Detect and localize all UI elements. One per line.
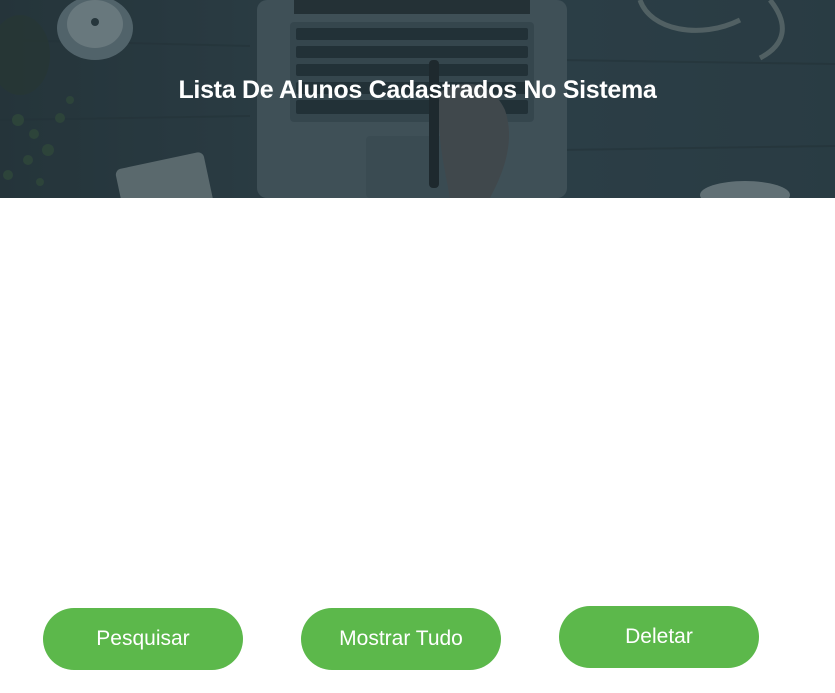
delete-button[interactable]: Deletar: [559, 606, 759, 668]
header-banner: Lista De Alunos Cadastrados No Sistema: [0, 0, 835, 198]
page-title: Lista De Alunos Cadastrados No Sistema: [178, 76, 657, 104]
page: Lista De Alunos Cadastrados No Sistema P…: [0, 0, 835, 693]
show-all-button[interactable]: Mostrar Tudo: [301, 608, 501, 670]
search-button[interactable]: Pesquisar: [43, 608, 243, 670]
